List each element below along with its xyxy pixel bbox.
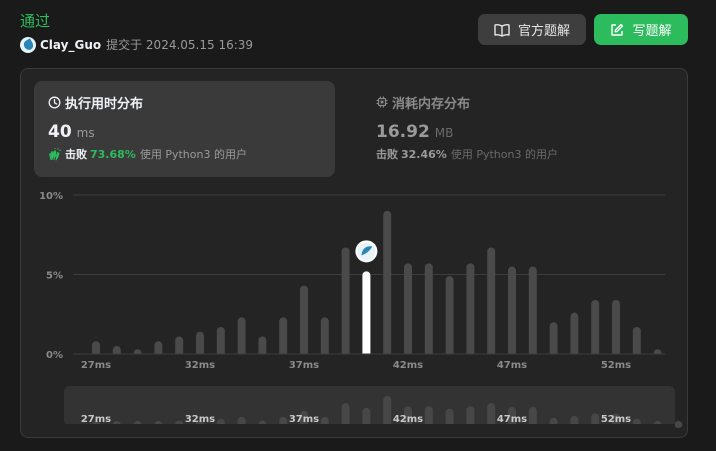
range-bar xyxy=(674,421,683,428)
x-tick-label: 32ms xyxy=(185,360,215,371)
bar xyxy=(445,276,454,358)
write-solution-label: 写题解 xyxy=(632,24,672,39)
submission-info: Clay_Guo 提交于 2024.05.15 16:39 xyxy=(20,36,253,53)
official-solution-button[interactable]: 官方题解 xyxy=(478,14,586,45)
bar xyxy=(570,312,579,358)
bar xyxy=(341,247,350,358)
x-tick-label: 42ms xyxy=(393,360,423,371)
bar xyxy=(528,266,537,358)
edit-icon xyxy=(611,23,624,36)
range-tick-label: 42ms xyxy=(393,414,423,425)
bar xyxy=(591,299,600,358)
bar xyxy=(632,326,641,358)
bar xyxy=(237,317,246,358)
username[interactable]: Clay_Guo xyxy=(40,38,101,52)
runtime-distribution-chart[interactable]: 10% 5% 0% 27ms 32ms 37ms 42ms 47ms 52ms 27ms 32ms 3… xyxy=(21,69,687,437)
submission-status: 通过 xyxy=(20,12,51,30)
baseline-mask xyxy=(73,354,665,360)
bar xyxy=(320,317,329,358)
bar xyxy=(612,299,620,358)
bar xyxy=(300,285,308,358)
stats-panel: 执行用时分布 40 ms 击败 73.68% 使用 Python3 的用户 消耗… xyxy=(20,68,688,438)
y-tick-label: 0% xyxy=(46,350,63,361)
submitted-time: 提交于 2024.05.15 16:39 xyxy=(106,38,254,52)
bar xyxy=(508,266,516,358)
y-tick-label: 10% xyxy=(39,191,63,202)
user-avatar[interactable] xyxy=(20,36,36,53)
bar xyxy=(279,317,288,358)
y-tick-label: 5% xyxy=(46,271,63,282)
bar xyxy=(466,263,475,358)
x-tick-label: 47ms xyxy=(497,360,527,371)
bar xyxy=(549,322,558,358)
bar xyxy=(487,247,496,358)
x-tick-label: 52ms xyxy=(601,360,631,371)
bar xyxy=(216,326,225,358)
bar xyxy=(404,263,412,358)
range-tick-label: 52ms xyxy=(601,414,631,425)
official-solution-label: 官方题解 xyxy=(517,24,570,39)
x-tick-label: 37ms xyxy=(289,360,319,371)
range-tick-label: 32ms xyxy=(185,414,215,425)
book-icon xyxy=(494,23,510,37)
range-tick-label: 47ms xyxy=(497,414,527,425)
range-tick-label: 37ms xyxy=(289,414,319,425)
x-tick-label: 27ms xyxy=(81,360,111,371)
bar xyxy=(383,210,392,358)
range-bar xyxy=(383,396,392,428)
range-tick-label: 27ms xyxy=(81,414,111,425)
range-mask xyxy=(64,424,675,429)
write-solution-button[interactable]: 写题解 xyxy=(594,14,688,45)
highlighted-bar xyxy=(362,271,371,358)
bar xyxy=(424,263,433,358)
